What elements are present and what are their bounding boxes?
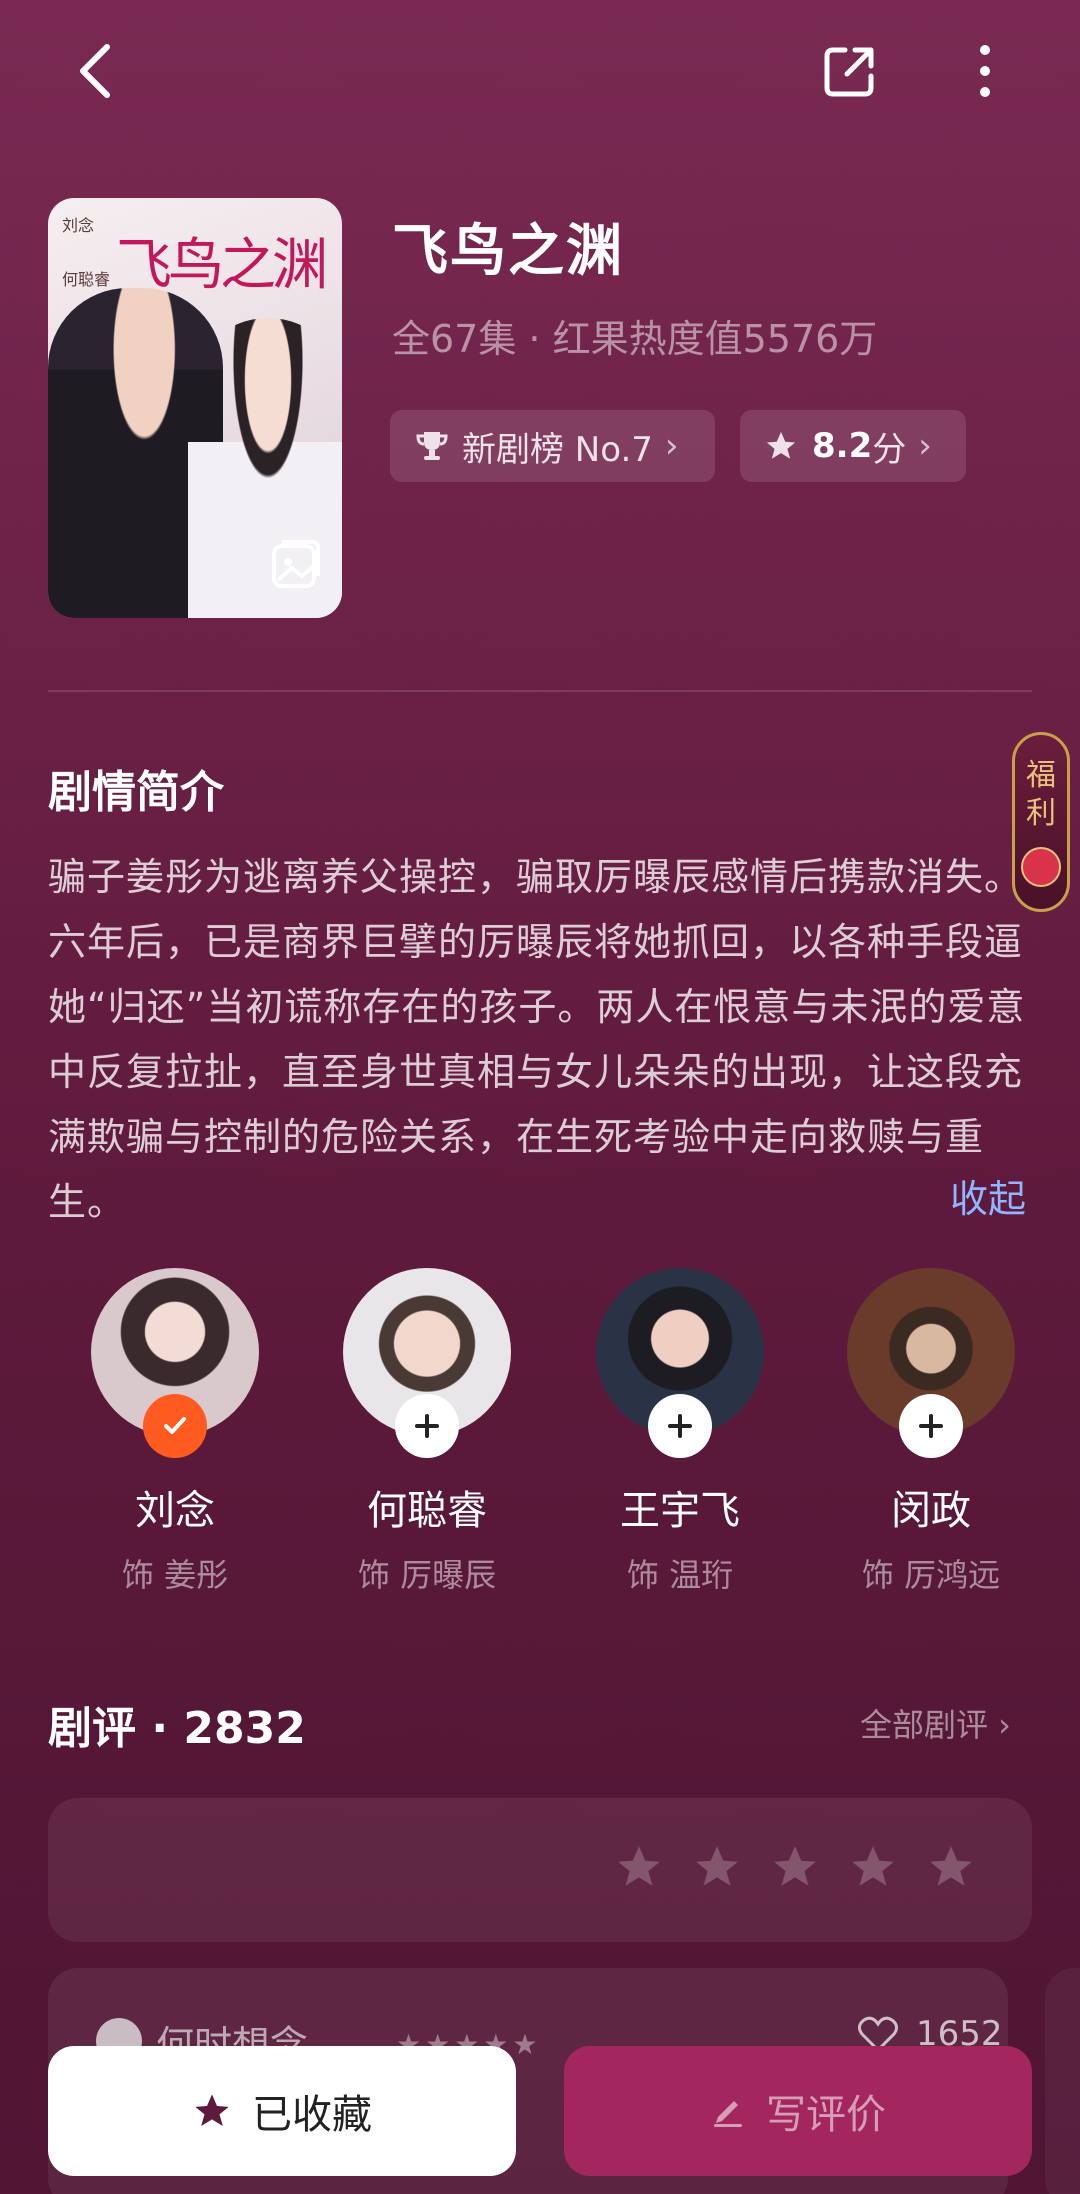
gallery-icon[interactable] xyxy=(270,538,322,594)
collapse-link[interactable]: 收起 xyxy=(950,1168,1026,1223)
star-icon xyxy=(195,2094,229,2126)
avatar xyxy=(343,1268,511,1458)
show-title: 飞鸟之渊 xyxy=(392,219,624,284)
star-icon[interactable] xyxy=(770,1842,820,1892)
welfare-badge-icon xyxy=(1021,847,1061,887)
rank-chip[interactable]: 新剧榜 No.7 › xyxy=(390,410,715,482)
synopsis-title: 剧情简介 xyxy=(48,767,224,818)
cast-member[interactable]: 闵政 饰 厉鸿远 xyxy=(816,1268,1046,1596)
score-value: 8.2 xyxy=(812,426,873,466)
rank-label: 新剧榜 No.7 xyxy=(462,429,653,470)
cast-member[interactable]: 王宇飞 饰 温珩 xyxy=(565,1268,795,1596)
all-reviews-link[interactable]: 全部剧评 › xyxy=(860,1700,1011,1746)
follow-plus-icon[interactable] xyxy=(395,1394,459,1458)
rating-input-box[interactable] xyxy=(48,1798,1032,1942)
back-button[interactable] xyxy=(60,36,130,106)
cast-name: 闵政 xyxy=(891,1488,971,1534)
cast-role: 饰 厉鸿远 xyxy=(861,1556,1001,1594)
follow-plus-icon[interactable] xyxy=(899,1394,963,1458)
favorite-button[interactable]: 已收藏 xyxy=(48,2046,516,2176)
score-unit: 分 xyxy=(872,429,907,470)
cast-name: 何聪睿 xyxy=(367,1488,487,1534)
star-icon[interactable] xyxy=(926,1842,976,1892)
cast-role: 饰 厉曝辰 xyxy=(357,1556,497,1594)
write-review-button[interactable]: 写评价 xyxy=(564,2046,1032,2176)
favorite-label: 已收藏 xyxy=(252,2092,372,2138)
cast-name: 刘念 xyxy=(135,1488,215,1534)
follow-plus-icon[interactable] xyxy=(648,1394,712,1458)
show-meta: 全67集 · 红果热度值5576万 xyxy=(392,317,878,361)
pen-icon xyxy=(714,2101,742,2127)
star-icon[interactable] xyxy=(848,1842,898,1892)
chevron-right-icon: › xyxy=(918,426,932,466)
poster-credits: 刘念 何聪睿 xyxy=(62,216,111,289)
cast-name: 王宇飞 xyxy=(620,1488,740,1534)
write-review-label: 写评价 xyxy=(766,2092,886,2138)
star-icon[interactable] xyxy=(614,1842,664,1892)
rating-stars[interactable] xyxy=(614,1842,976,1892)
divider xyxy=(48,690,1032,692)
share-button[interactable] xyxy=(815,36,885,106)
welfare-tab[interactable]: 福 利 xyxy=(1012,732,1070,912)
show-poster[interactable]: 刘念 何聪睿 飞鸟之渊 xyxy=(48,198,342,618)
cast-member[interactable]: 刘念 饰 姜彤 xyxy=(60,1268,290,1596)
trophy-icon xyxy=(416,432,448,460)
avatar xyxy=(596,1268,764,1458)
chevron-left-icon xyxy=(80,44,110,98)
cast-member[interactable]: 何聪睿 饰 厉曝辰 xyxy=(312,1268,542,1596)
more-vertical-icon xyxy=(980,45,990,97)
star-icon[interactable] xyxy=(692,1842,742,1892)
cast-role: 饰 姜彤 xyxy=(121,1556,229,1594)
avatar xyxy=(847,1268,1015,1458)
score-chip[interactable]: 8.2 分 › xyxy=(740,410,966,482)
review-card[interactable] xyxy=(1045,1968,1080,2194)
avatar xyxy=(91,1268,259,1458)
cast-role: 饰 温珩 xyxy=(626,1556,734,1594)
followed-check-icon[interactable] xyxy=(143,1394,207,1458)
chevron-right-icon: › xyxy=(664,426,679,466)
star-icon xyxy=(766,431,796,459)
synopsis-text: 骗子姜彤为逃离养父操控，骗取厉曝辰感情后携款消失。六年后，已是商界巨擘的厉曝辰将… xyxy=(48,855,1026,1224)
share-icon xyxy=(824,47,874,97)
more-options-button[interactable] xyxy=(950,36,1020,106)
reviews-title: 剧评 · 2832 xyxy=(48,1703,306,1754)
